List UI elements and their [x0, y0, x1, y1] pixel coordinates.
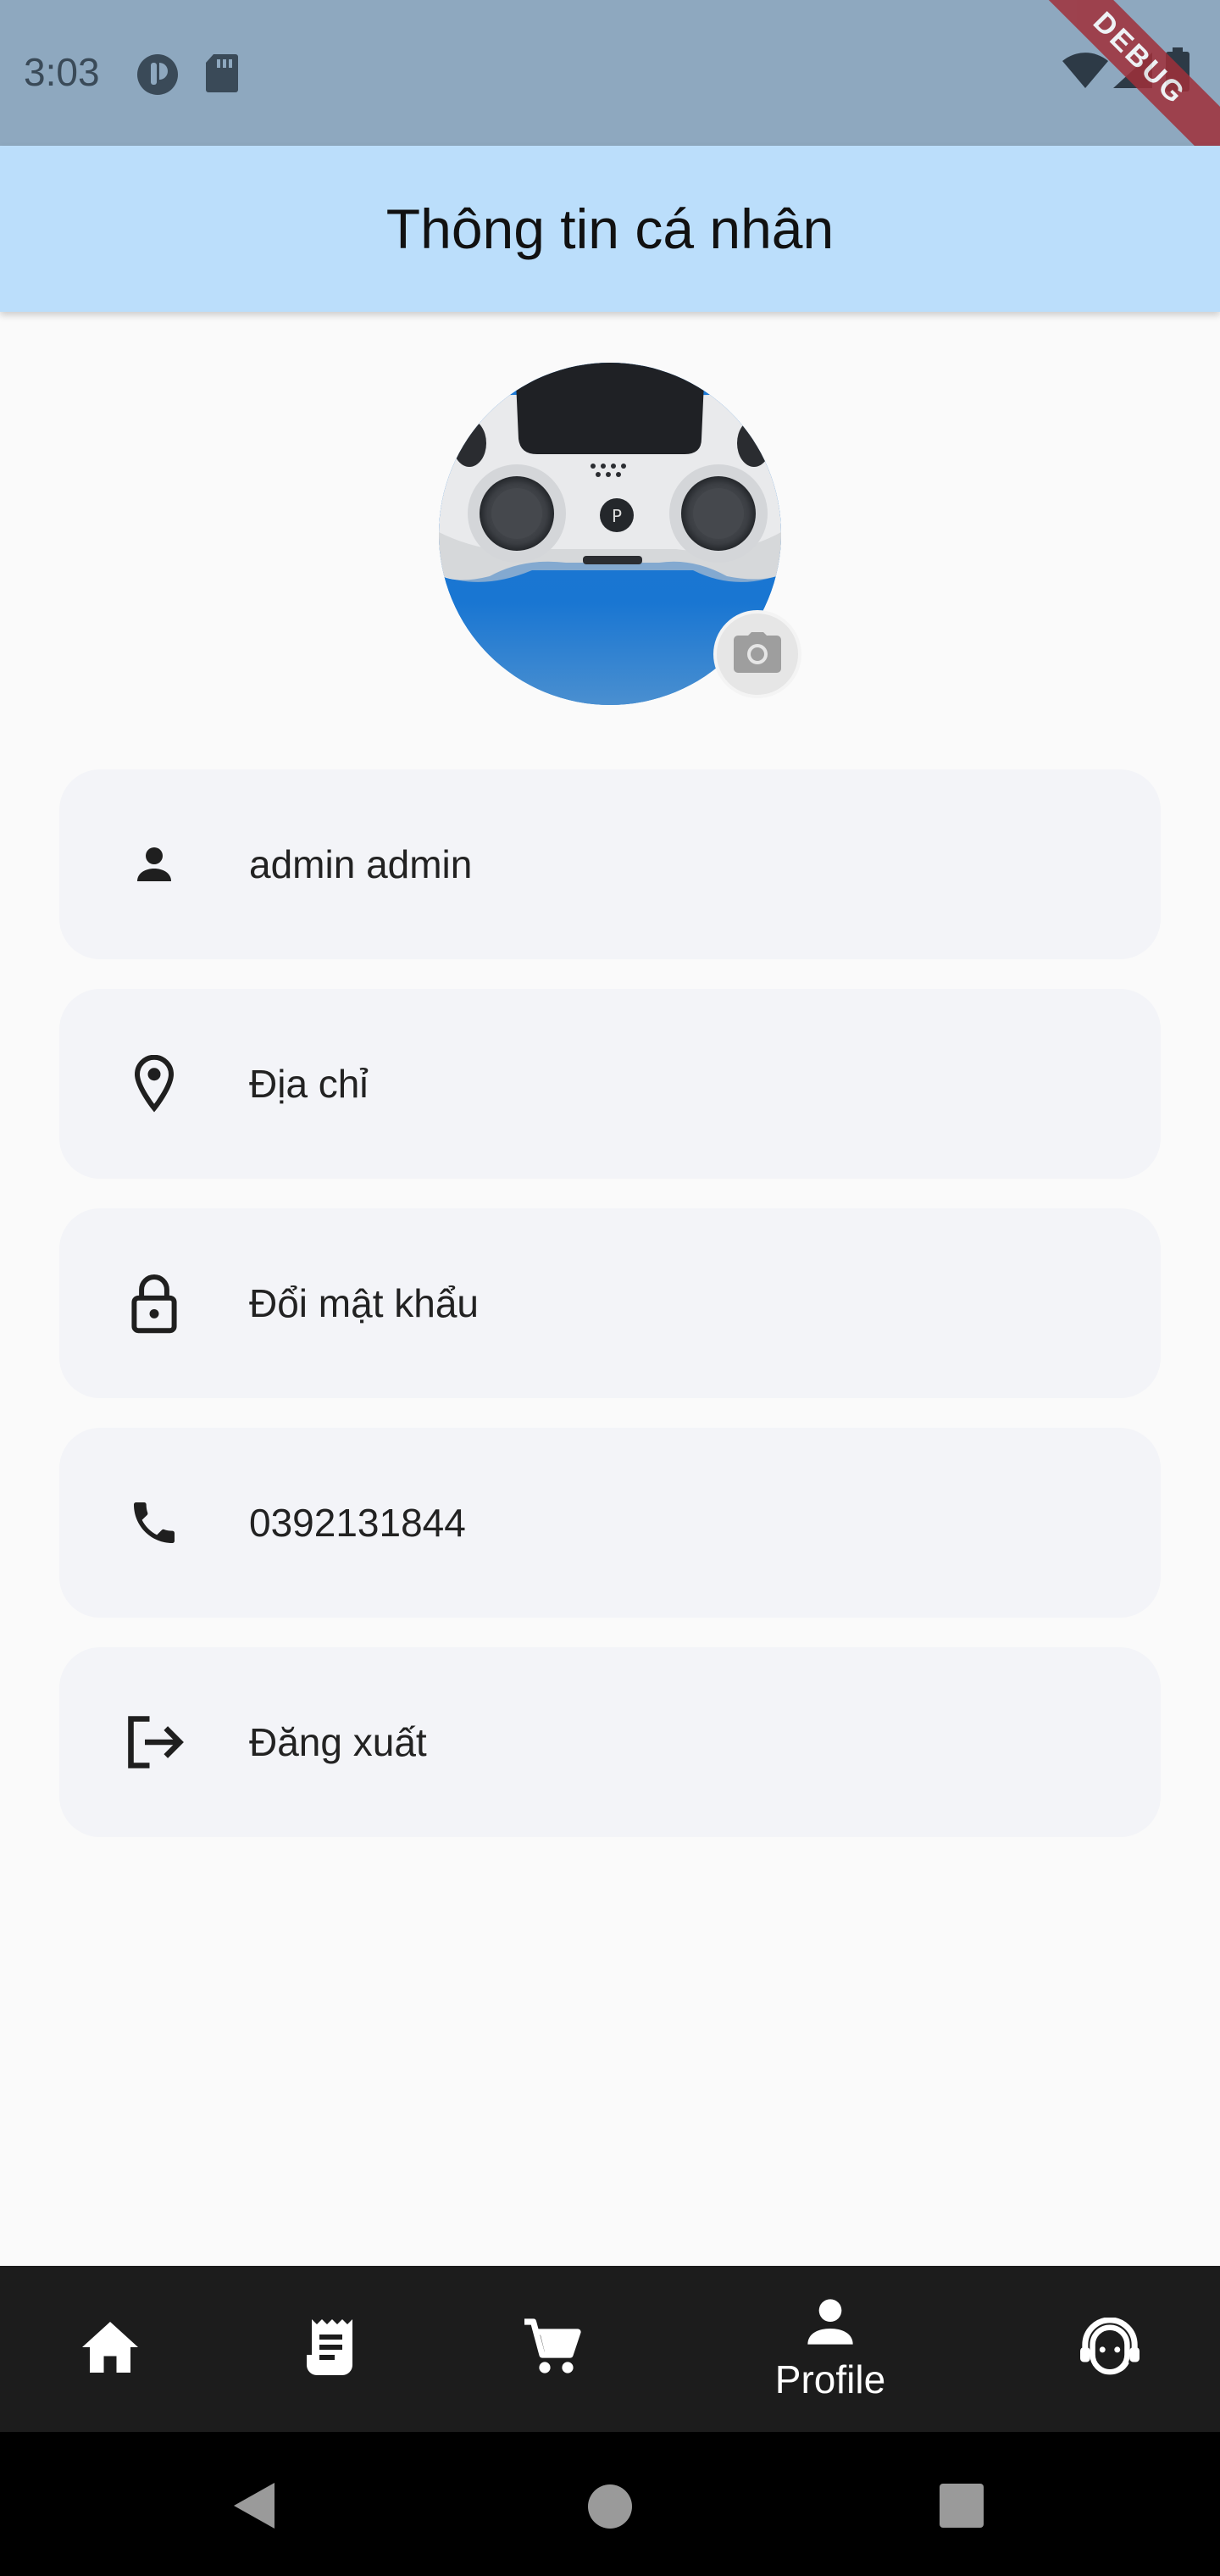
back-icon[interactable]	[232, 2481, 276, 2534]
system-navigation-bar	[0, 2432, 1220, 2576]
nav-item-home[interactable]	[59, 2266, 161, 2432]
wifi-icon	[1061, 51, 1110, 90]
support-agent-icon	[1078, 2316, 1142, 2381]
app-notification-icon	[136, 53, 180, 97]
location-pin-icon	[59, 1055, 249, 1113]
nav-item-orders[interactable]	[281, 2266, 383, 2432]
menu-item-label: Đăng xuất	[249, 1720, 427, 1764]
home-button-icon[interactable]	[586, 2483, 634, 2534]
person-icon	[59, 839, 249, 890]
svg-text:P: P	[612, 506, 622, 526]
logout-icon	[59, 1714, 249, 1770]
status-time: 3:03	[24, 50, 100, 94]
menu-item-name[interactable]: admin admin	[59, 769, 1161, 959]
phone-icon	[59, 1496, 249, 1550]
nav-item-support[interactable]	[1059, 2266, 1161, 2432]
nav-item-profile[interactable]: Profile	[746, 2266, 915, 2432]
menu-item-label: Địa chỉ	[249, 1062, 369, 1106]
cart-icon	[521, 2317, 584, 2382]
menu-item-phone[interactable]: 0392131844	[59, 1428, 1161, 1618]
bottom-navigation: Profile	[0, 2266, 1220, 2432]
menu-item-change-password[interactable]: Đổi mật khẩu	[59, 1208, 1161, 1398]
menu-item-label: 0392131844	[249, 1501, 466, 1545]
status-bar: 3:03 DEBUG	[0, 0, 1220, 174]
home-icon	[80, 2319, 141, 2379]
nav-item-cart[interactable]	[502, 2266, 603, 2432]
menu-item-logout[interactable]: Đăng xuất	[59, 1647, 1161, 1837]
profile-screen: 3:03 DEBUG Thông tin cá nhân P admin adm…	[0, 0, 1220, 2576]
menu-item-label: admin admin	[249, 842, 473, 886]
nav-item-label: Profile	[774, 2357, 886, 2401]
menu-item-address[interactable]: Địa chỉ	[59, 989, 1161, 1179]
profile-menu: admin admin Địa chỉ Đổi mật khẩu 0392131…	[59, 769, 1161, 1867]
recents-icon[interactable]	[939, 2483, 984, 2533]
app-bar: Thông tin cá nhân	[0, 146, 1220, 312]
menu-item-label: Đổi mật khẩu	[249, 1281, 480, 1325]
receipt-icon	[304, 2317, 360, 2382]
camera-icon	[733, 631, 782, 677]
person-icon	[803, 2296, 857, 2351]
change-avatar-button[interactable]	[713, 610, 801, 698]
avatar-container: P	[439, 363, 801, 705]
page-title: Thông tin cá nhân	[385, 197, 835, 260]
lock-icon	[59, 1273, 249, 1334]
sd-card-icon	[205, 53, 239, 93]
